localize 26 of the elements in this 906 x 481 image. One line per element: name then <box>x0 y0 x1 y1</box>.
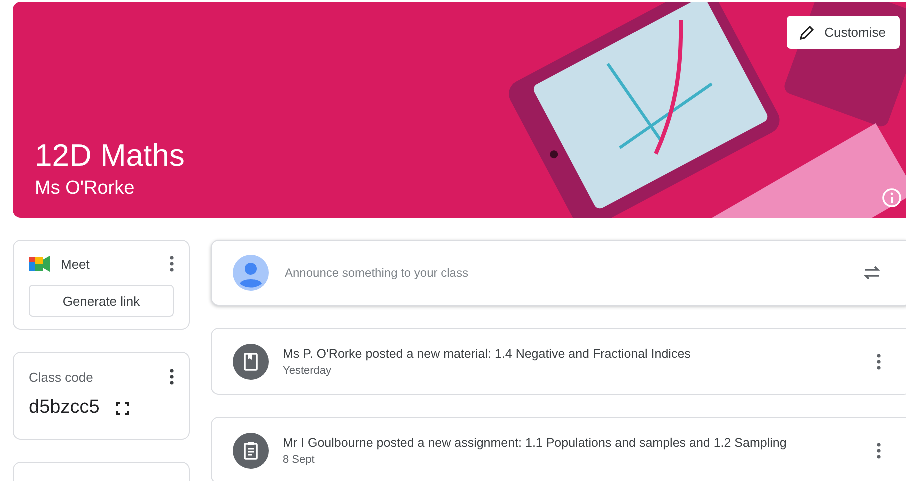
class-code-label: Class code <box>29 370 94 384</box>
book-icon <box>233 344 269 380</box>
repost-arrows-icon[interactable] <box>863 264 881 282</box>
info-icon[interactable] <box>882 188 902 208</box>
class-title: 12D Maths <box>35 138 185 174</box>
class-code: d5bzcc5 <box>29 397 100 419</box>
meet-label: Meet <box>61 256 91 272</box>
clipboard-icon <box>233 432 269 468</box>
more-options-icon[interactable] <box>877 354 881 370</box>
stream-post[interactable]: Mr I Goulbourne posted a new assignment: 1.1 Populations and samples and 1.2 Sampling 8 Sept <box>211 417 906 481</box>
post-title: Ms P. O'Rorke posted a new material: 1.4 Negative and Fractional Indices <box>283 346 692 360</box>
stream-post[interactable]: Ms P. O'Rorke posted a new material: 1.4 Negative and Fractional Indices Yesterday <box>211 328 906 395</box>
more-options-icon[interactable] <box>170 369 174 385</box>
post-date: Yesterday <box>283 364 333 376</box>
fullscreen-icon[interactable] <box>116 402 129 414</box>
more-options-icon[interactable] <box>170 256 174 272</box>
post-title: Mr I Goulbourne posted a new assignment: 1.1 Populations and samples and 1.2 Sampling <box>283 436 788 450</box>
avatar-icon <box>233 255 269 291</box>
announcement-field[interactable]: Announce something to your class <box>283 265 849 281</box>
generate-link-button[interactable]: Generate link <box>29 285 174 317</box>
post-date: 8 Sept <box>283 454 316 466</box>
customise-button[interactable]: Customise <box>786 16 900 49</box>
more-options-icon[interactable] <box>877 442 881 458</box>
video-camera-icon <box>29 255 51 273</box>
teacher-name: Ms O'Rorke <box>35 178 136 200</box>
pencil-icon <box>798 24 815 40</box>
